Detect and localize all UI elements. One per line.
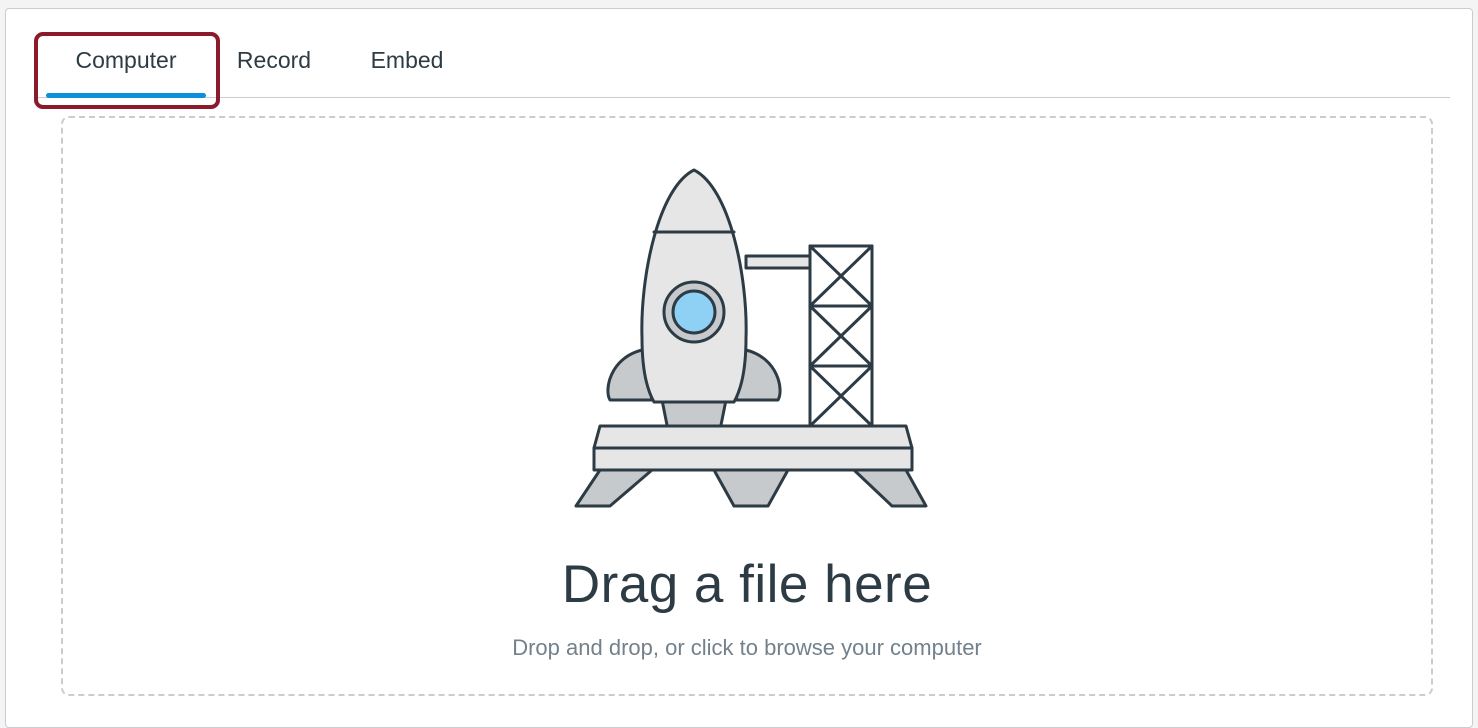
upload-panel: Computer Record Embed Drag a file here D… — [5, 8, 1473, 728]
tab-embed-label: Embed — [370, 47, 444, 73]
dropzone-subtitle: Drop and drop, or click to browse your c… — [512, 635, 982, 660]
tab-record[interactable]: Record — [219, 31, 329, 97]
file-drop-zone[interactable]: Drag a file here Drop and drop, or click… — [61, 116, 1433, 696]
tab-record-label: Record — [236, 47, 312, 73]
active-tab-indicator — [46, 93, 206, 98]
dropzone-title: Drag a file here — [561, 555, 933, 614]
rocket-launch-pad-icon — [574, 168, 928, 508]
tab-list: Computer Record Embed — [34, 31, 1450, 98]
tab-computer[interactable]: Computer — [42, 31, 210, 98]
tab-computer-label: Computer — [75, 47, 177, 73]
tab-embed[interactable]: Embed — [352, 31, 462, 97]
